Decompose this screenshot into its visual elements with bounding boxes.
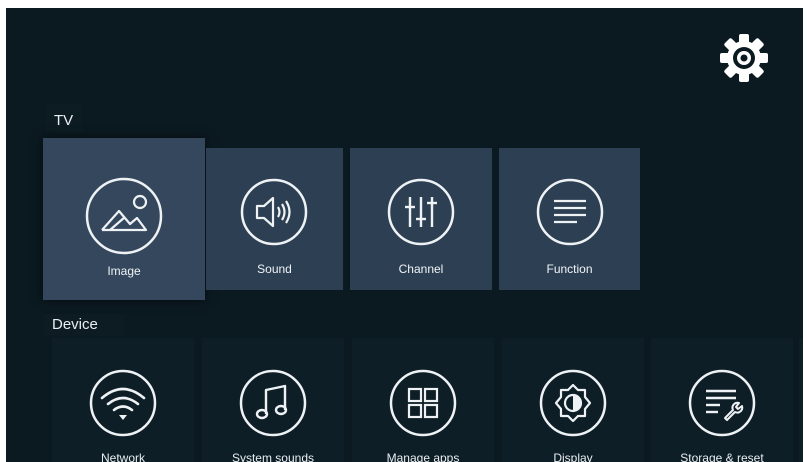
tile-display[interactable]: Display — [502, 338, 644, 462]
tile-label: Storage & reset — [680, 451, 764, 462]
tile-storage-reset[interactable]: Storage & reset — [651, 338, 793, 462]
tile-label: Function — [546, 262, 593, 276]
tile-system-sounds[interactable]: System sounds — [202, 338, 344, 462]
grid-icon — [389, 369, 457, 437]
tile-function[interactable]: Function — [499, 148, 640, 290]
speaker-icon — [240, 178, 308, 246]
tile-label: Display — [553, 451, 593, 462]
menu-lines-icon — [536, 178, 604, 246]
storage-wrench-icon — [688, 369, 756, 437]
music-note-icon — [239, 369, 307, 437]
tile-channel[interactable]: Channel — [350, 148, 492, 290]
tile-label: System sounds — [231, 451, 315, 462]
image-icon — [85, 177, 163, 255]
tile-label: Manage apps — [386, 451, 460, 462]
settings-screen: TV Image Sound Channel Function Device N… — [6, 8, 803, 462]
tile-network[interactable]: Network — [52, 338, 194, 462]
tile-manage-apps[interactable]: Manage apps — [352, 338, 494, 462]
tile-label: Image — [107, 264, 141, 278]
tile-image[interactable]: Image — [43, 138, 205, 300]
equalizer-icon — [387, 178, 455, 246]
tile-partial — [799, 338, 803, 462]
section-label-device: Device — [44, 314, 124, 336]
wifi-icon — [89, 369, 157, 437]
gear-icon[interactable] — [718, 32, 770, 84]
tile-label: Channel — [398, 262, 444, 276]
tile-label: Network — [100, 451, 145, 462]
tile-sound[interactable]: Sound — [206, 148, 343, 290]
brightness-icon — [539, 369, 607, 437]
section-label-tv: TV — [46, 104, 82, 132]
tile-label: Sound — [257, 262, 292, 276]
